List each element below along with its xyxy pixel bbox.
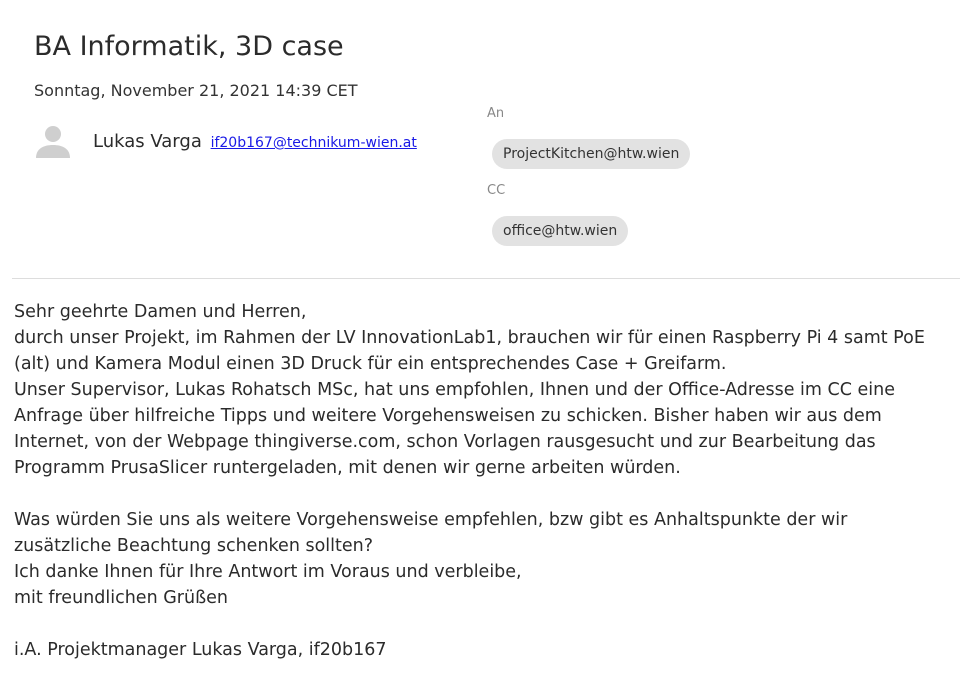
body-line: Anfrage über hilfreiche Tipps und weiter… <box>14 406 882 426</box>
email-subject: BA Informatik, 3D case <box>34 31 344 62</box>
sender-name: Lukas Varga <box>93 131 202 152</box>
body-line: Programm PrusaSlicer runtergeladen, mit … <box>14 458 681 478</box>
cc-recipient-chip[interactable]: office@htw.wien <box>492 216 629 246</box>
to-label: An <box>487 106 505 121</box>
sender: Lukas Varga if20b167@technikum-wien.at <box>93 131 417 152</box>
body-line: Was würden Sie uns als weitere Vorgehens… <box>14 510 848 530</box>
body-line: Unser Supervisor, Lukas Rohatsch MSc, ha… <box>14 380 896 400</box>
body-line: durch unser Projekt, im Rahmen der LV In… <box>14 328 925 348</box>
person-silhouette-icon <box>36 126 70 158</box>
email-date: Sonntag, November 21, 2021 14:39 CET <box>34 81 358 100</box>
body-line: zusätzliche Beachtung schenken sollten? <box>14 536 374 556</box>
body-blank-line <box>14 611 959 637</box>
sender-email-link[interactable]: if20b167@technikum-wien.at <box>211 135 417 151</box>
body-line: Sehr geehrte Damen und Herren, <box>14 302 307 322</box>
email-body: Sehr geehrte Damen und Herren, durch uns… <box>14 299 959 663</box>
body-line: mit freundlichen Grüßen <box>14 588 228 608</box>
body-line: Ich danke Ihnen für Ihre Antwort im Vora… <box>14 562 522 582</box>
body-line: (alt) und Kamera Modul einen 3D Druck fü… <box>14 354 727 374</box>
body-line: Internet, von der Webpage thingiverse.co… <box>14 432 876 452</box>
body-blank-line <box>14 481 959 507</box>
header-divider <box>12 278 960 279</box>
body-line: i.A. Projektmanager Lukas Varga, if20b16… <box>14 640 387 660</box>
cc-label: CC <box>487 183 506 198</box>
to-recipient-chip[interactable]: ProjectKitchen@htw.wien <box>492 139 691 169</box>
